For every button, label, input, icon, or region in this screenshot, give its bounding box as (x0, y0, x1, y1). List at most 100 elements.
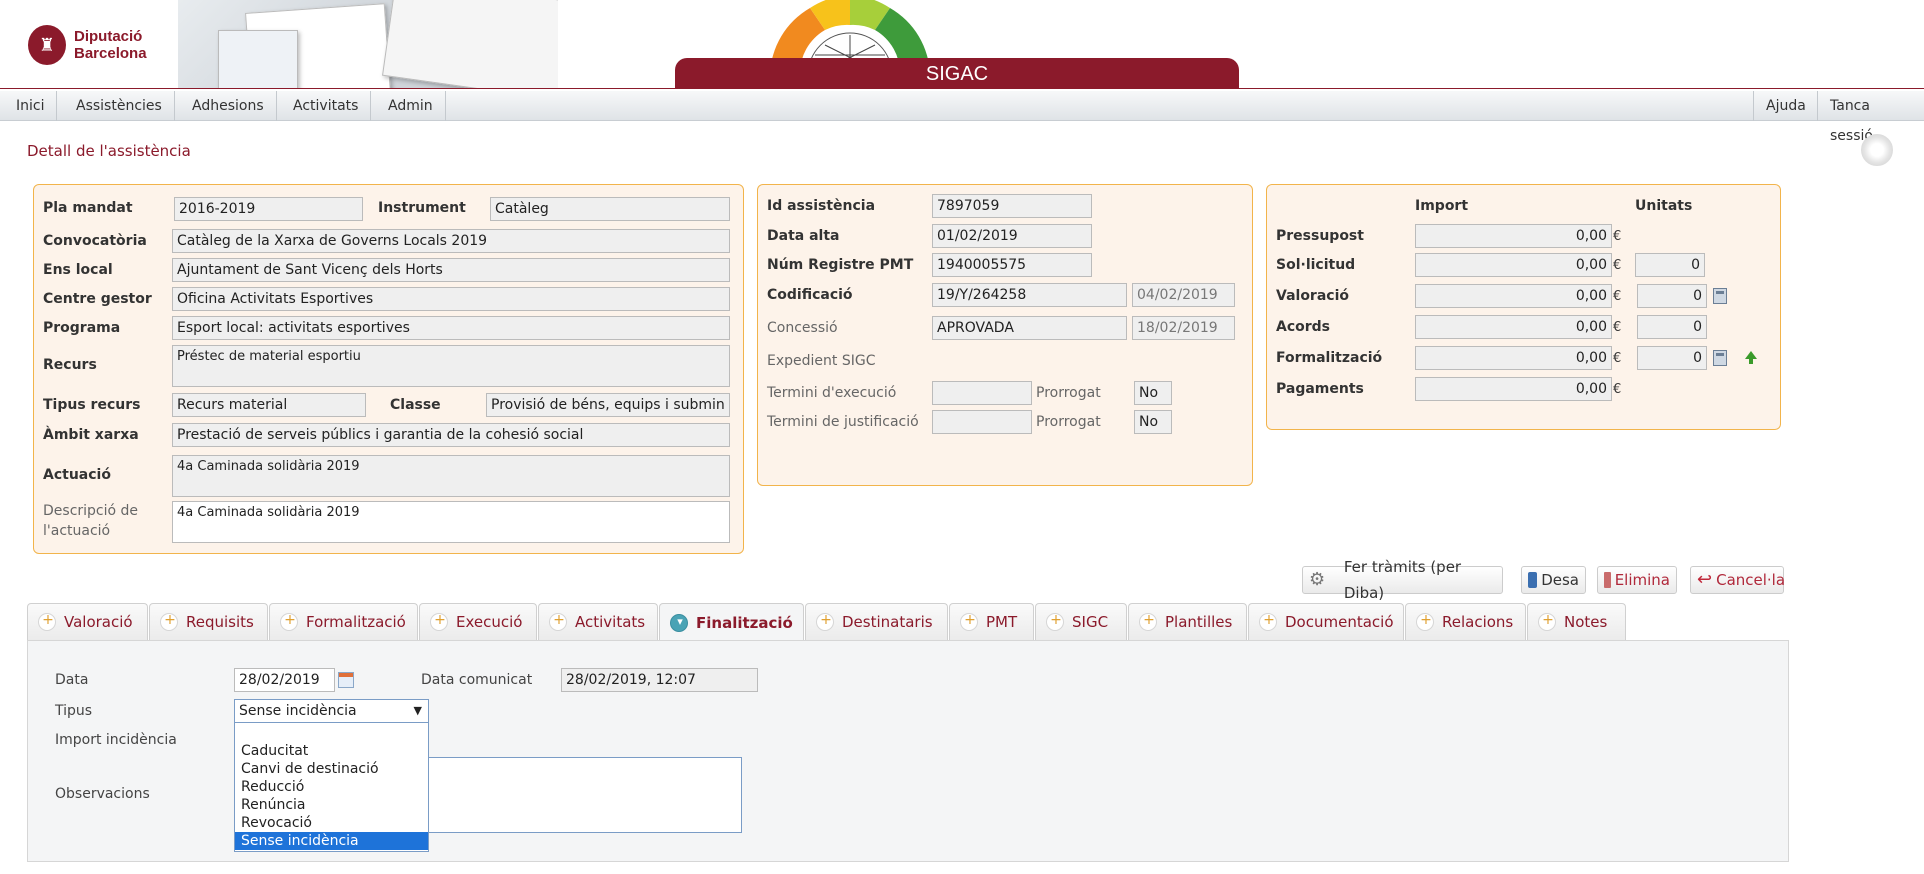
field-pagaments-import[interactable]: 0,00 (1415, 377, 1612, 401)
tab-documentacio[interactable]: Documentació (1248, 603, 1404, 640)
field-data-comunicat[interactable]: 28/02/2019, 12:07 (561, 668, 758, 692)
field-sollicitud-unitats[interactable]: 0 (1635, 253, 1705, 277)
tab-label: SIGC (1072, 613, 1109, 631)
label-id-assistencia: Id assistència (767, 198, 876, 214)
elimina-button[interactable]: Elimina (1597, 566, 1677, 594)
tab-plantilles[interactable]: Plantilles (1128, 603, 1247, 640)
field-data[interactable]: 28/02/2019 (234, 668, 335, 692)
field-termini-justificacio[interactable] (932, 410, 1032, 434)
currency-pagaments: € (1613, 382, 1622, 397)
field-actuacio[interactable]: 4a Caminada solidària 2019 (172, 455, 730, 497)
fer-tramits-button[interactable]: ⚙ Fer tràmits (per Diba) (1302, 558, 1503, 602)
field-data-alta[interactable]: 01/02/2019 (932, 224, 1092, 248)
field-convocatoria[interactable]: Catàleg de la Xarxa de Governs Locals 20… (172, 229, 730, 253)
label-tipus: Tipus (55, 703, 93, 719)
field-acords-unitats[interactable]: 0 (1637, 315, 1707, 339)
plus-icon (160, 612, 179, 631)
field-prorrogat-justificacio[interactable]: No (1134, 410, 1172, 434)
label-ens-local: Ens local (43, 262, 113, 278)
field-codificacio-date[interactable]: 04/02/2019 (1132, 283, 1235, 307)
field-valoracio-import[interactable]: 0,00 (1415, 284, 1612, 308)
save-icon (1528, 572, 1538, 588)
field-recurs[interactable]: Préstec de material esportiu (172, 345, 730, 387)
label-programa: Programa (43, 320, 121, 336)
label-data-alta: Data alta (767, 228, 840, 244)
tipus-option[interactable]: Renúncia (235, 796, 428, 814)
label-termini-execucio: Termini d'execució (767, 385, 897, 401)
field-concessio-date[interactable]: 18/02/2019 (1132, 316, 1235, 340)
field-pressupost-import[interactable]: 0,00 (1415, 224, 1612, 248)
banner-image (178, 0, 558, 89)
tab-sigc[interactable]: SIGC (1035, 603, 1127, 640)
calendar-icon[interactable] (338, 672, 354, 688)
label-convocatoria: Convocatòria (43, 233, 147, 249)
chevron-down-icon (670, 613, 689, 632)
tab-finalitzacio[interactable]: Finalització (659, 603, 804, 641)
field-valoracio-unitats[interactable]: 0 (1637, 284, 1707, 308)
field-formalitzacio-import[interactable]: 0,00 (1415, 346, 1612, 370)
field-num-registre[interactable]: 1940005575 (932, 253, 1092, 277)
tab-formalitzacio[interactable]: Formalització (269, 603, 418, 640)
field-id-assistencia[interactable]: 7897059 (932, 194, 1092, 218)
desa-button[interactable]: Desa (1521, 566, 1586, 594)
gear-icon: ⚙ (1309, 569, 1326, 590)
status-circle-button[interactable] (1861, 134, 1893, 166)
nav-ajuda[interactable]: Ajuda (1753, 91, 1818, 121)
nav-activitats[interactable]: Activitats (281, 91, 372, 121)
nav-assistencies[interactable]: Assistències (64, 91, 175, 121)
field-prorrogat-execucio[interactable]: No (1134, 381, 1172, 405)
field-programa[interactable]: Esport local: activitats esportives (172, 316, 730, 340)
tipus-option-selected[interactable]: Sense incidència (235, 832, 428, 850)
tab-label: Destinataris (842, 613, 933, 631)
calculator-icon[interactable] (1713, 350, 1727, 366)
tab-pmt[interactable]: PMT (949, 603, 1034, 640)
tab-destinataris[interactable]: Destinataris (805, 603, 948, 640)
tipus-option[interactable]: Reducció (235, 778, 428, 796)
app-title: SIGAC (675, 58, 1239, 89)
field-ens-local[interactable]: Ajuntament de Sant Vicenç dels Horts (172, 258, 730, 282)
field-descripcio[interactable]: 4a Caminada solidària 2019 (172, 501, 730, 543)
plus-icon (816, 612, 835, 631)
tab-label: Requisits (186, 613, 254, 631)
tab-activitats[interactable]: Activitats (538, 603, 658, 640)
tipus-option-empty[interactable] (235, 723, 428, 742)
undo-icon: ↩ (1697, 569, 1713, 590)
field-classe[interactable]: Provisió de béns, equips i submin (486, 393, 730, 417)
cancela-label: Cancel·la (1716, 571, 1786, 589)
nav-adhesions[interactable]: Adhesions (180, 91, 277, 121)
cancela-button[interactable]: ↩ Cancel·la (1690, 566, 1786, 594)
label-ambit-xarxa: Àmbit xarxa (43, 427, 139, 443)
label-prorrogat-justificacio: Prorrogat (1036, 414, 1101, 430)
nav-inici[interactable]: Inici (4, 91, 58, 121)
field-acords-import[interactable]: 0,00 (1415, 315, 1612, 339)
tab-label: Activitats (575, 613, 646, 631)
nav-admin[interactable]: Admin (376, 91, 446, 121)
field-centre-gestor[interactable]: Oficina Activitats Esportives (172, 287, 730, 311)
field-sollicitud-import[interactable]: 0,00 (1415, 253, 1612, 277)
tab-execucio[interactable]: Execució (419, 603, 537, 640)
tipus-option[interactable]: Revocació (235, 814, 428, 832)
nav-tanca-sessio[interactable]: Tanca sessió (1817, 91, 1924, 144)
field-codificacio[interactable]: 19/Y/264258 (932, 283, 1127, 307)
field-termini-execucio[interactable] (932, 381, 1032, 405)
field-concessio[interactable]: APROVADA (932, 316, 1127, 340)
plus-icon (1139, 612, 1158, 631)
tipus-option[interactable]: Canvi de destinació (235, 760, 428, 778)
calculator-icon[interactable] (1713, 288, 1727, 304)
field-pla-mandat[interactable]: 2016-2019 (174, 197, 363, 221)
diputacio-logo[interactable]: ♜ Diputació Barcelona (28, 20, 188, 70)
field-instrument[interactable]: Catàleg (490, 197, 730, 221)
field-ambit-xarxa[interactable]: Prestació de serveis públics i garantia … (172, 423, 730, 447)
tab-requisits[interactable]: Requisits (149, 603, 268, 640)
field-tipus-recurs[interactable]: Recurs material (172, 393, 366, 417)
tab-label: Plantilles (1165, 613, 1233, 631)
tab-notes[interactable]: Notes (1527, 603, 1626, 640)
tab-relacions[interactable]: Relacions (1405, 603, 1526, 640)
observacions-textarea[interactable] (420, 757, 742, 833)
field-formalitzacio-unitats[interactable]: 0 (1637, 346, 1707, 370)
tab-valoracio[interactable]: Valoració (27, 603, 148, 640)
arrow-up-icon[interactable] (1745, 351, 1757, 359)
tipus-option[interactable]: Caducitat (235, 742, 428, 760)
panel-general: Pla mandat 2016-2019 Instrument Catàleg … (33, 184, 744, 554)
tipus-select[interactable]: Sense incidència ▼ (234, 699, 429, 723)
